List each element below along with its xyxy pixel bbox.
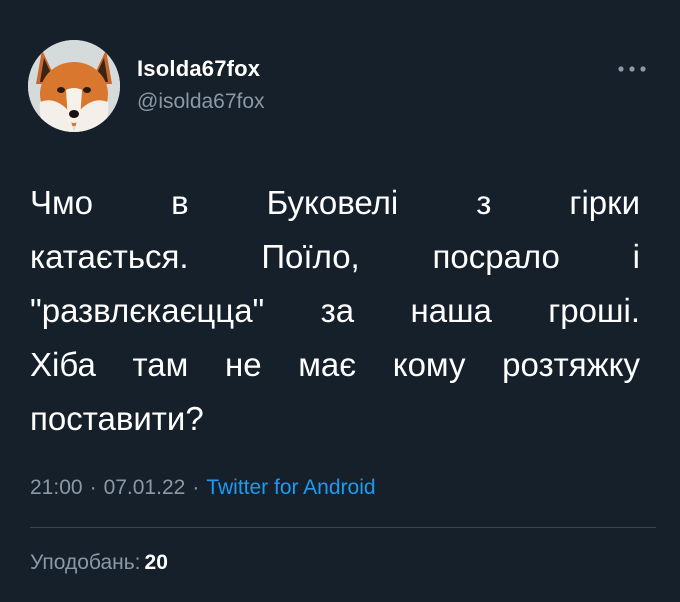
likes-label: Уподобань:: [30, 551, 141, 574]
tweet-text-line: Чмо в Буковелі з гірки: [30, 184, 640, 221]
tweet-time[interactable]: 21:00: [30, 476, 83, 499]
meta-separator: ·: [89, 476, 97, 499]
likes-count: 20: [144, 551, 168, 574]
divider: [30, 527, 656, 528]
tweet-text: Чмо в Буковелі з гірки катається. Поїло,…: [30, 176, 640, 446]
author-avatar[interactable]: [28, 40, 120, 132]
author-handle[interactable]: @isolda67fox: [137, 90, 265, 114]
fox-avatar-icon: [28, 40, 120, 132]
tweet-text-line: Хіба там не має кому розтяжку: [30, 346, 640, 383]
meta-separator: ·: [192, 476, 200, 499]
tweet-meta: 21:00 · 07.01.22 · Twitter for Android: [30, 476, 376, 500]
tweet-date[interactable]: 07.01.22: [104, 476, 186, 499]
author-display-name[interactable]: Isolda67fox: [137, 56, 260, 82]
likes-stat[interactable]: Уподобань: 20: [30, 551, 168, 575]
tweet-text-line: катається. Поїло, посрало і: [30, 238, 640, 275]
tweet-text-line: "развлєкаєцца" за наша гроші.: [30, 292, 640, 329]
tweet-text-line: поставити?: [30, 400, 204, 437]
ellipsis-icon: [618, 66, 646, 72]
tweet-card: Isolda67fox @isolda67fox Чмо в Буковелі …: [0, 0, 680, 602]
more-options-button[interactable]: [614, 54, 650, 84]
tweet-source-link[interactable]: Twitter for Android: [206, 476, 375, 499]
